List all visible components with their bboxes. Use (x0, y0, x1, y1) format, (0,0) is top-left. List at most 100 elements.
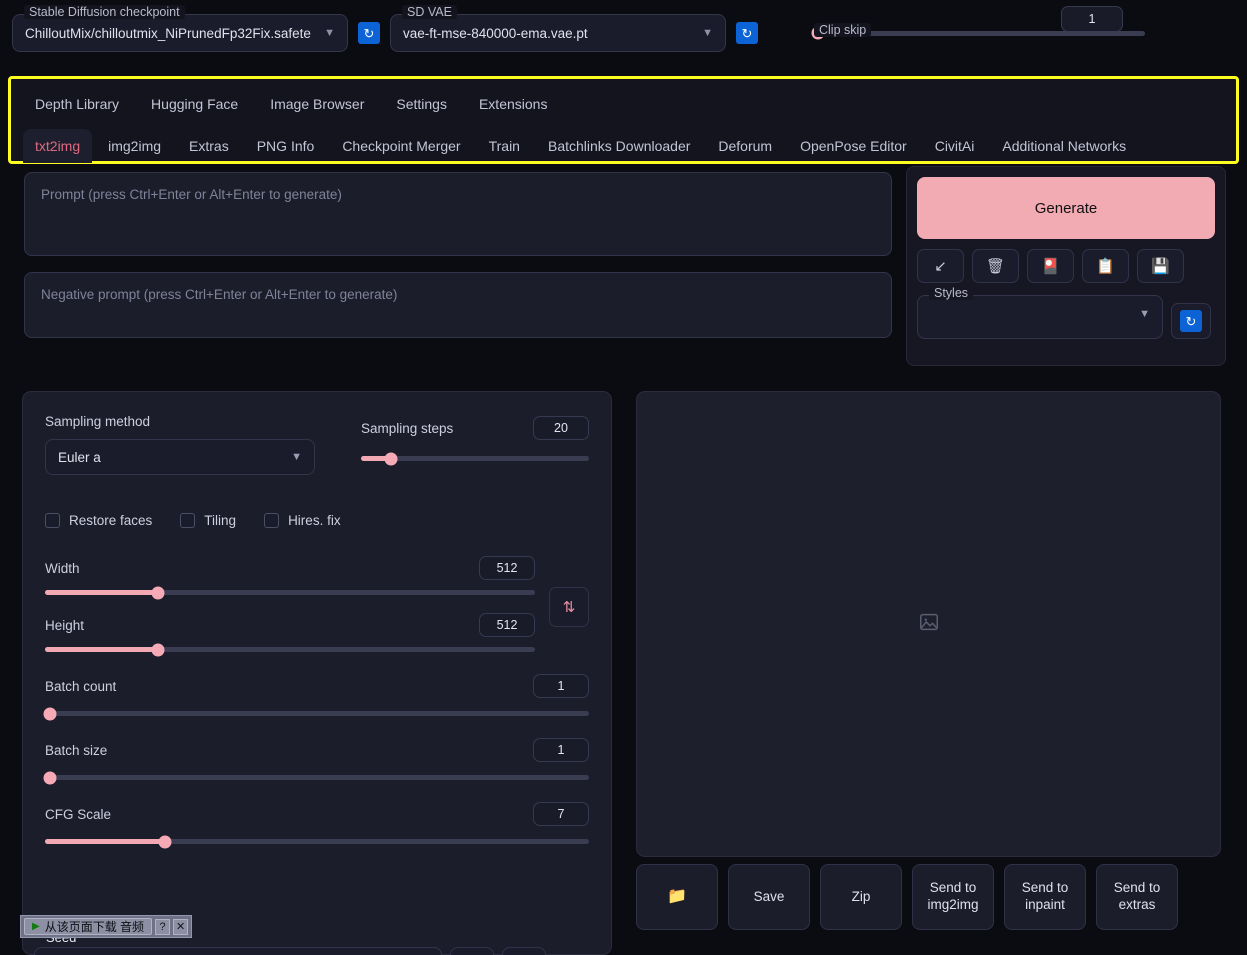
styles-select[interactable]: ▼ (917, 295, 1163, 339)
help-icon[interactable]: ? (155, 918, 171, 935)
hires-fix-checkbox[interactable]: Hires. fix (264, 513, 341, 528)
tab-image-browser[interactable]: Image Browser (258, 88, 376, 120)
sampling-steps-value[interactable]: 20 (533, 416, 589, 440)
negative-prompt-input[interactable]: Negative prompt (press Ctrl+Enter or Alt… (24, 272, 892, 338)
sampling-steps-header: Sampling steps 20 (361, 416, 589, 440)
batch-count-value[interactable]: 1 (533, 674, 589, 698)
chevron-down-icon: ▼ (324, 27, 335, 39)
extra-networks-icon[interactable]: 🎴 (1027, 249, 1074, 283)
apply-style-icon[interactable]: 📋 (1082, 249, 1129, 283)
tab-extras[interactable]: Extras (177, 129, 241, 163)
tab-extensions[interactable]: Extensions (467, 88, 559, 120)
height-value[interactable]: 512 (479, 613, 535, 637)
sampling-method-label: Sampling method (45, 414, 151, 429)
tab-train[interactable]: Train (477, 129, 532, 163)
refresh-vae-icon[interactable]: ↻ (736, 22, 758, 44)
tab-deforum[interactable]: Deforum (706, 129, 784, 163)
clip-skip-value[interactable]: 1 (1061, 6, 1123, 32)
tab-batchlinks-downloader[interactable]: Batchlinks Downloader (536, 129, 702, 163)
vae-select[interactable]: vae-ft-mse-840000-ema.vae.pt ▼ (390, 14, 726, 52)
generate-card: Generate ↙ 🗑 🎴 📋 💾 Styles ▼ ↻ (906, 166, 1226, 366)
vae-value: vae-ft-mse-840000-ema.vae.pt (403, 25, 588, 41)
top-settings-bar: Stable Diffusion checkpoint ChilloutMix/… (0, 0, 1247, 76)
output-actions-row: 📁 Save Zip Send to img2img Send to inpai… (636, 864, 1226, 930)
width-slider[interactable] (45, 586, 535, 599)
swap-dimensions-icon[interactable]: ⇅ (549, 587, 589, 627)
tab-img2img[interactable]: img2img (96, 129, 173, 163)
seed-random-button[interactable] (450, 947, 494, 955)
play-icon: ▶ (32, 921, 40, 932)
vae-refresh-slot: ↻ (736, 14, 758, 52)
open-folder-button[interactable]: 📁 (636, 864, 718, 930)
refresh-styles-button[interactable]: ↻ (1171, 303, 1211, 339)
tab-hugging-face[interactable]: Hugging Face (139, 88, 250, 120)
sampling-steps-label: Sampling steps (361, 420, 454, 436)
zip-button[interactable]: Zip (820, 864, 902, 930)
sampling-method-value: Euler a (58, 449, 101, 465)
tab-openpose-editor[interactable]: OpenPose Editor (788, 129, 919, 163)
width-track[interactable] (45, 586, 535, 599)
send-to-img2img-button[interactable]: Send to img2img (912, 864, 994, 930)
seed-input[interactable] (34, 947, 442, 955)
navigation-tabs-highlight: Depth Library Hugging Face Image Browser… (8, 76, 1239, 164)
tab-additional-networks[interactable]: Additional Networks (990, 129, 1138, 163)
checkpoint-select[interactable]: ChilloutMix/chilloutmix_NiPrunedFp32Fix.… (12, 14, 348, 52)
clip-skip-control: Clip skip 1 (768, 6, 1235, 52)
download-audio-button[interactable]: ▶ 从该页面下载 音频 (24, 918, 153, 935)
tab-checkpoint-merger[interactable]: Checkpoint Merger (330, 129, 472, 163)
tab-txt2img[interactable]: txt2img (23, 129, 93, 163)
cfg-scale-track[interactable] (45, 835, 589, 848)
generate-button[interactable]: Generate (917, 177, 1215, 239)
sampling-steps-slider[interactable] (361, 452, 589, 465)
chevron-down-icon: ▼ (1139, 308, 1150, 320)
seed-recycle-button[interactable] (502, 947, 546, 955)
cfg-scale-slider[interactable] (45, 835, 589, 848)
width-label: Width (45, 560, 80, 576)
image-placeholder-icon (918, 611, 940, 638)
tab-png-info[interactable]: PNG Info (245, 129, 327, 163)
styles-label: Styles (929, 286, 974, 300)
txt2img-panel: Prompt (press Ctrl+Enter or Alt+Enter to… (0, 164, 1247, 955)
checkpoint-selector[interactable]: Stable Diffusion checkpoint ChilloutMix/… (12, 5, 348, 52)
refresh-checkpoints-icon[interactable]: ↻ (358, 22, 380, 44)
save-style-icon[interactable]: 💾 (1137, 249, 1184, 283)
sampling-method-select[interactable]: Euler a ▼ (45, 439, 315, 475)
checkbox-box[interactable] (180, 513, 196, 528)
styles-selector[interactable]: Styles ▼ (917, 286, 1163, 339)
batch-count-group: Batch count 1 (43, 674, 589, 720)
batch-size-slider[interactable] (43, 771, 589, 784)
batch-size-group: Batch size 1 (43, 738, 589, 784)
height-label: Height (45, 617, 85, 633)
batch-count-slider[interactable] (43, 707, 589, 720)
send-to-inpaint-button[interactable]: Send to inpaint (1004, 864, 1086, 930)
batch-count-track[interactable] (43, 707, 589, 720)
height-track[interactable] (45, 643, 535, 656)
sampling-row: Sampling method Euler a ▼ Sampling steps… (45, 414, 589, 475)
width-value[interactable]: 512 (479, 556, 535, 580)
cfg-scale-group: CFG Scale 7 (45, 802, 589, 848)
tab-civitai[interactable]: CivitAi (923, 129, 987, 163)
image-preview-area[interactable] (636, 391, 1221, 857)
tab-depth-library[interactable]: Depth Library (23, 88, 131, 120)
send-to-extras-button[interactable]: Send to extras (1096, 864, 1178, 930)
save-button[interactable]: Save (728, 864, 810, 930)
restore-progress-icon[interactable]: ↙ (917, 249, 964, 283)
close-icon[interactable]: ✕ (173, 918, 189, 935)
batch-size-value[interactable]: 1 (533, 738, 589, 762)
clear-prompt-icon[interactable]: 🗑 (972, 249, 1019, 283)
batch-size-track[interactable] (43, 771, 589, 784)
cfg-scale-value[interactable]: 7 (533, 802, 589, 826)
vae-selector[interactable]: SD VAE vae-ft-mse-840000-ema.vae.pt ▼ (390, 5, 726, 52)
checkbox-box[interactable] (264, 513, 280, 528)
cfg-scale-label: CFG Scale (45, 806, 112, 822)
restore-faces-checkbox[interactable]: Restore faces (45, 513, 152, 528)
sampling-steps-track[interactable] (361, 452, 589, 465)
prompt-input[interactable]: Prompt (press Ctrl+Enter or Alt+Enter to… (24, 172, 892, 256)
width-header: Width 512 (45, 556, 535, 580)
tab-settings[interactable]: Settings (384, 88, 459, 120)
height-slider[interactable] (45, 643, 535, 656)
tiling-checkbox[interactable]: Tiling (180, 513, 236, 528)
checkbox-box[interactable] (45, 513, 60, 528)
sampling-method-group: Sampling method Euler a ▼ (45, 414, 315, 475)
download-helper-overlay[interactable]: ▶ 从该页面下载 音频 ? ✕ (20, 915, 193, 938)
